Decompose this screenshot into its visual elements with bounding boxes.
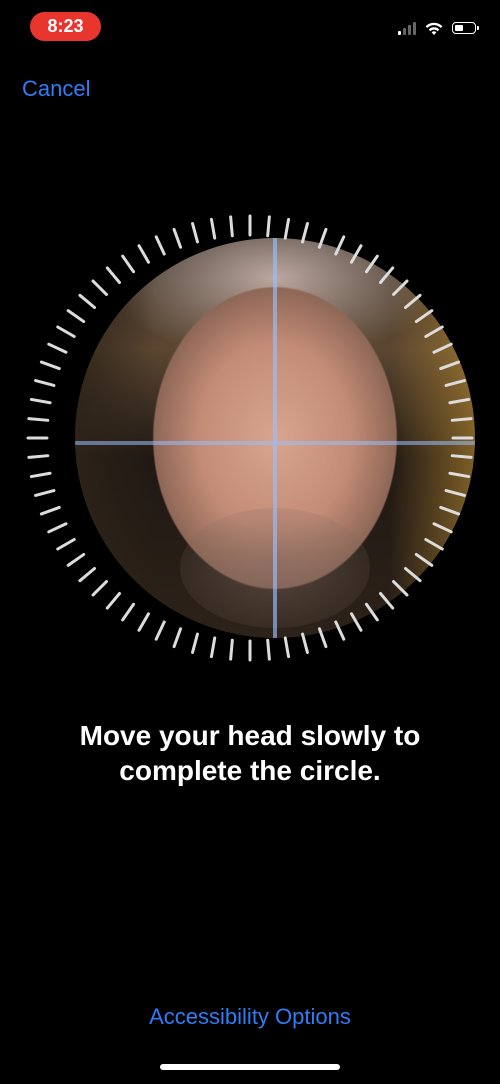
progress-tick (266, 215, 271, 238)
instruction-line-1: Move your head slowly to (79, 720, 421, 751)
progress-tick (137, 612, 150, 632)
progress-tick (378, 592, 395, 610)
status-bar: 8:23 (0, 0, 500, 56)
progress-tick (392, 580, 409, 597)
status-icons (398, 20, 479, 36)
accessibility-options-button[interactable]: Accessibility Options (0, 1004, 500, 1030)
recording-time-pill: 8:23 (30, 12, 101, 41)
instruction-text: Move your head slowly to complete the ci… (40, 718, 460, 788)
progress-tick (229, 638, 234, 661)
progress-ring (26, 214, 474, 662)
progress-tick (121, 254, 136, 274)
progress-tick (39, 505, 61, 516)
progress-tick (301, 222, 309, 244)
progress-tick (424, 325, 444, 338)
wifi-icon (425, 22, 443, 35)
progress-tick (404, 566, 422, 583)
progress-tick (283, 636, 291, 659)
instruction-line-2: complete the circle. (119, 755, 381, 786)
progress-tick (137, 244, 150, 264)
progress-tick (301, 632, 309, 654)
signal-bar (403, 28, 406, 35)
progress-tick (392, 279, 409, 296)
progress-tick (121, 602, 136, 622)
cellular-signal-icon (398, 21, 416, 35)
progress-tick (229, 215, 234, 238)
progress-tick (78, 293, 96, 310)
progress-tick (39, 360, 61, 371)
progress-tick (266, 638, 271, 661)
progress-tick (432, 342, 453, 354)
progress-tick (154, 620, 166, 641)
progress-tick (283, 217, 291, 240)
cancel-button[interactable]: Cancel (22, 76, 90, 102)
progress-tick (404, 293, 422, 310)
signal-bar (408, 25, 411, 35)
progress-tick (334, 620, 346, 641)
progress-tick (317, 227, 328, 249)
progress-tick (47, 522, 68, 534)
progress-tick (334, 235, 346, 256)
battery-fill (455, 25, 463, 31)
progress-tick (350, 244, 363, 264)
progress-tick (34, 379, 56, 387)
progress-tick (56, 538, 76, 551)
home-indicator[interactable] (160, 1064, 340, 1070)
battery-icon (452, 22, 479, 34)
progress-tick (444, 379, 466, 387)
progress-tick (424, 538, 444, 551)
progress-tick (414, 309, 434, 324)
progress-tick (209, 217, 217, 240)
progress-tick (378, 266, 395, 284)
progress-tick (191, 632, 199, 654)
progress-tick (27, 417, 50, 422)
progress-tick (448, 471, 471, 479)
progress-tick (350, 612, 363, 632)
signal-bar (413, 22, 416, 35)
progress-tick (209, 636, 217, 659)
progress-tick (432, 522, 453, 534)
progress-tick (448, 397, 471, 405)
progress-tick (439, 505, 461, 516)
status-time: 8:23 (47, 16, 84, 36)
progress-tick (29, 471, 52, 479)
progress-tick (439, 360, 461, 371)
progress-tick (34, 489, 56, 497)
progress-tick (47, 342, 68, 354)
progress-tick (364, 602, 379, 622)
progress-tick (105, 266, 122, 284)
progress-tick (66, 309, 86, 324)
progress-tick (78, 566, 96, 583)
progress-tick (29, 397, 52, 405)
progress-tick (414, 552, 434, 567)
progress-tick (172, 627, 183, 649)
progress-tick (91, 279, 108, 296)
progress-tick (444, 489, 466, 497)
progress-tick (450, 417, 473, 422)
progress-tick (450, 454, 473, 459)
progress-tick (364, 254, 379, 274)
progress-tick (317, 627, 328, 649)
progress-tick (56, 325, 76, 338)
progress-tick (66, 552, 86, 567)
progress-tick (27, 454, 50, 459)
progress-tick (154, 235, 166, 256)
face-scan-area (25, 213, 475, 663)
progress-tick (191, 222, 199, 244)
progress-tick (105, 592, 122, 610)
signal-bar (398, 31, 401, 35)
progress-tick (172, 227, 183, 249)
progress-tick (91, 580, 108, 597)
